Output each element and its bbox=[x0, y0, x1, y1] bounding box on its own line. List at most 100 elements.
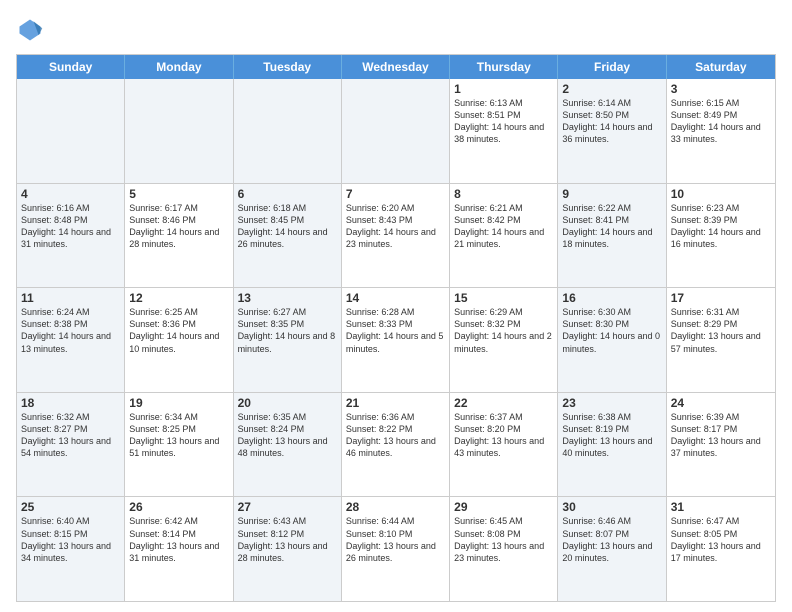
empty-cell-0-0 bbox=[17, 79, 125, 183]
day-info: Sunrise: 6:44 AM Sunset: 8:10 PM Dayligh… bbox=[346, 515, 445, 564]
page: SundayMondayTuesdayWednesdayThursdayFrid… bbox=[0, 0, 792, 612]
day-info: Sunrise: 6:30 AM Sunset: 8:30 PM Dayligh… bbox=[562, 306, 661, 355]
day-info: Sunrise: 6:36 AM Sunset: 8:22 PM Dayligh… bbox=[346, 411, 445, 460]
day-cell-23: 23Sunrise: 6:38 AM Sunset: 8:19 PM Dayli… bbox=[558, 393, 666, 497]
day-number: 13 bbox=[238, 291, 337, 305]
day-info: Sunrise: 6:25 AM Sunset: 8:36 PM Dayligh… bbox=[129, 306, 228, 355]
day-info: Sunrise: 6:40 AM Sunset: 8:15 PM Dayligh… bbox=[21, 515, 120, 564]
logo-icon bbox=[16, 16, 44, 44]
day-number: 30 bbox=[562, 500, 661, 514]
day-number: 6 bbox=[238, 187, 337, 201]
day-number: 14 bbox=[346, 291, 445, 305]
day-number: 25 bbox=[21, 500, 120, 514]
day-number: 17 bbox=[671, 291, 771, 305]
day-cell-24: 24Sunrise: 6:39 AM Sunset: 8:17 PM Dayli… bbox=[667, 393, 775, 497]
day-number: 20 bbox=[238, 396, 337, 410]
day-info: Sunrise: 6:20 AM Sunset: 8:43 PM Dayligh… bbox=[346, 202, 445, 251]
day-number: 7 bbox=[346, 187, 445, 201]
day-cell-22: 22Sunrise: 6:37 AM Sunset: 8:20 PM Dayli… bbox=[450, 393, 558, 497]
day-cell-7: 7Sunrise: 6:20 AM Sunset: 8:43 PM Daylig… bbox=[342, 184, 450, 288]
day-number: 10 bbox=[671, 187, 771, 201]
day-cell-16: 16Sunrise: 6:30 AM Sunset: 8:30 PM Dayli… bbox=[558, 288, 666, 392]
day-cell-8: 8Sunrise: 6:21 AM Sunset: 8:42 PM Daylig… bbox=[450, 184, 558, 288]
day-info: Sunrise: 6:43 AM Sunset: 8:12 PM Dayligh… bbox=[238, 515, 337, 564]
header-day-thursday: Thursday bbox=[450, 55, 558, 79]
calendar-body: 1Sunrise: 6:13 AM Sunset: 8:51 PM Daylig… bbox=[17, 79, 775, 601]
empty-cell-0-2 bbox=[234, 79, 342, 183]
calendar-row-1: 4Sunrise: 6:16 AM Sunset: 8:48 PM Daylig… bbox=[17, 183, 775, 288]
day-info: Sunrise: 6:28 AM Sunset: 8:33 PM Dayligh… bbox=[346, 306, 445, 355]
day-info: Sunrise: 6:21 AM Sunset: 8:42 PM Dayligh… bbox=[454, 202, 553, 251]
day-number: 22 bbox=[454, 396, 553, 410]
header-day-monday: Monday bbox=[125, 55, 233, 79]
day-number: 3 bbox=[671, 82, 771, 96]
calendar-row-2: 11Sunrise: 6:24 AM Sunset: 8:38 PM Dayli… bbox=[17, 287, 775, 392]
day-cell-2: 2Sunrise: 6:14 AM Sunset: 8:50 PM Daylig… bbox=[558, 79, 666, 183]
day-cell-29: 29Sunrise: 6:45 AM Sunset: 8:08 PM Dayli… bbox=[450, 497, 558, 601]
day-number: 11 bbox=[21, 291, 120, 305]
day-number: 1 bbox=[454, 82, 553, 96]
day-number: 18 bbox=[21, 396, 120, 410]
day-cell-6: 6Sunrise: 6:18 AM Sunset: 8:45 PM Daylig… bbox=[234, 184, 342, 288]
day-number: 2 bbox=[562, 82, 661, 96]
day-cell-18: 18Sunrise: 6:32 AM Sunset: 8:27 PM Dayli… bbox=[17, 393, 125, 497]
logo bbox=[16, 16, 48, 44]
day-cell-13: 13Sunrise: 6:27 AM Sunset: 8:35 PM Dayli… bbox=[234, 288, 342, 392]
day-cell-5: 5Sunrise: 6:17 AM Sunset: 8:46 PM Daylig… bbox=[125, 184, 233, 288]
day-number: 9 bbox=[562, 187, 661, 201]
day-info: Sunrise: 6:16 AM Sunset: 8:48 PM Dayligh… bbox=[21, 202, 120, 251]
header-day-friday: Friday bbox=[558, 55, 666, 79]
day-cell-12: 12Sunrise: 6:25 AM Sunset: 8:36 PM Dayli… bbox=[125, 288, 233, 392]
day-info: Sunrise: 6:29 AM Sunset: 8:32 PM Dayligh… bbox=[454, 306, 553, 355]
day-info: Sunrise: 6:46 AM Sunset: 8:07 PM Dayligh… bbox=[562, 515, 661, 564]
day-info: Sunrise: 6:38 AM Sunset: 8:19 PM Dayligh… bbox=[562, 411, 661, 460]
day-info: Sunrise: 6:39 AM Sunset: 8:17 PM Dayligh… bbox=[671, 411, 771, 460]
day-info: Sunrise: 6:24 AM Sunset: 8:38 PM Dayligh… bbox=[21, 306, 120, 355]
calendar: SundayMondayTuesdayWednesdayThursdayFrid… bbox=[16, 54, 776, 602]
calendar-row-4: 25Sunrise: 6:40 AM Sunset: 8:15 PM Dayli… bbox=[17, 496, 775, 601]
day-number: 31 bbox=[671, 500, 771, 514]
day-info: Sunrise: 6:17 AM Sunset: 8:46 PM Dayligh… bbox=[129, 202, 228, 251]
day-number: 29 bbox=[454, 500, 553, 514]
day-number: 12 bbox=[129, 291, 228, 305]
day-cell-31: 31Sunrise: 6:47 AM Sunset: 8:05 PM Dayli… bbox=[667, 497, 775, 601]
day-number: 24 bbox=[671, 396, 771, 410]
day-number: 26 bbox=[129, 500, 228, 514]
day-info: Sunrise: 6:42 AM Sunset: 8:14 PM Dayligh… bbox=[129, 515, 228, 564]
day-cell-26: 26Sunrise: 6:42 AM Sunset: 8:14 PM Dayli… bbox=[125, 497, 233, 601]
day-info: Sunrise: 6:13 AM Sunset: 8:51 PM Dayligh… bbox=[454, 97, 553, 146]
day-cell-17: 17Sunrise: 6:31 AM Sunset: 8:29 PM Dayli… bbox=[667, 288, 775, 392]
day-cell-25: 25Sunrise: 6:40 AM Sunset: 8:15 PM Dayli… bbox=[17, 497, 125, 601]
header-day-tuesday: Tuesday bbox=[234, 55, 342, 79]
header-day-sunday: Sunday bbox=[17, 55, 125, 79]
day-number: 4 bbox=[21, 187, 120, 201]
day-info: Sunrise: 6:45 AM Sunset: 8:08 PM Dayligh… bbox=[454, 515, 553, 564]
day-cell-15: 15Sunrise: 6:29 AM Sunset: 8:32 PM Dayli… bbox=[450, 288, 558, 392]
header-day-saturday: Saturday bbox=[667, 55, 775, 79]
day-number: 28 bbox=[346, 500, 445, 514]
day-cell-20: 20Sunrise: 6:35 AM Sunset: 8:24 PM Dayli… bbox=[234, 393, 342, 497]
empty-cell-0-3 bbox=[342, 79, 450, 183]
day-cell-21: 21Sunrise: 6:36 AM Sunset: 8:22 PM Dayli… bbox=[342, 393, 450, 497]
day-info: Sunrise: 6:22 AM Sunset: 8:41 PM Dayligh… bbox=[562, 202, 661, 251]
day-number: 5 bbox=[129, 187, 228, 201]
day-cell-30: 30Sunrise: 6:46 AM Sunset: 8:07 PM Dayli… bbox=[558, 497, 666, 601]
day-cell-27: 27Sunrise: 6:43 AM Sunset: 8:12 PM Dayli… bbox=[234, 497, 342, 601]
day-number: 23 bbox=[562, 396, 661, 410]
day-info: Sunrise: 6:27 AM Sunset: 8:35 PM Dayligh… bbox=[238, 306, 337, 355]
calendar-row-0: 1Sunrise: 6:13 AM Sunset: 8:51 PM Daylig… bbox=[17, 79, 775, 183]
day-number: 8 bbox=[454, 187, 553, 201]
day-info: Sunrise: 6:37 AM Sunset: 8:20 PM Dayligh… bbox=[454, 411, 553, 460]
day-info: Sunrise: 6:31 AM Sunset: 8:29 PM Dayligh… bbox=[671, 306, 771, 355]
day-cell-1: 1Sunrise: 6:13 AM Sunset: 8:51 PM Daylig… bbox=[450, 79, 558, 183]
day-info: Sunrise: 6:14 AM Sunset: 8:50 PM Dayligh… bbox=[562, 97, 661, 146]
day-info: Sunrise: 6:47 AM Sunset: 8:05 PM Dayligh… bbox=[671, 515, 771, 564]
day-info: Sunrise: 6:34 AM Sunset: 8:25 PM Dayligh… bbox=[129, 411, 228, 460]
day-number: 19 bbox=[129, 396, 228, 410]
day-number: 16 bbox=[562, 291, 661, 305]
day-cell-28: 28Sunrise: 6:44 AM Sunset: 8:10 PM Dayli… bbox=[342, 497, 450, 601]
day-cell-10: 10Sunrise: 6:23 AM Sunset: 8:39 PM Dayli… bbox=[667, 184, 775, 288]
day-number: 27 bbox=[238, 500, 337, 514]
header bbox=[16, 16, 776, 44]
day-cell-11: 11Sunrise: 6:24 AM Sunset: 8:38 PM Dayli… bbox=[17, 288, 125, 392]
